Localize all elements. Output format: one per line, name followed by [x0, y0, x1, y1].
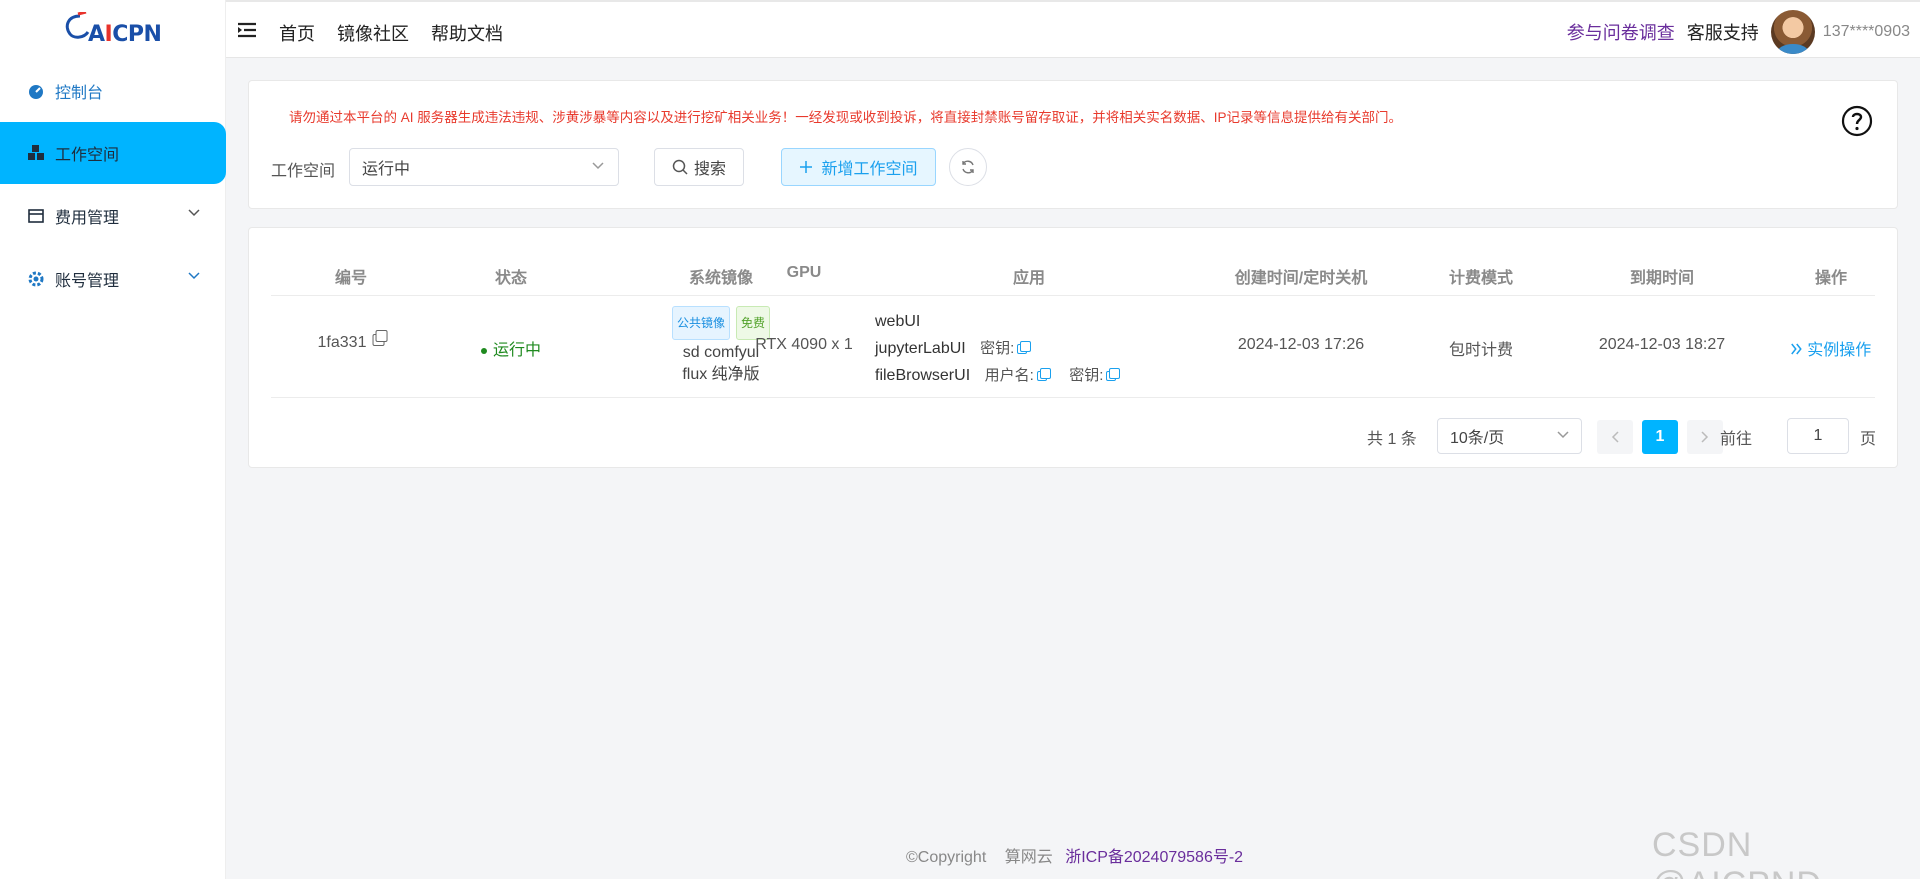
header-right: 参与问卷调查 客服支持 137****0903: [1567, 10, 1910, 54]
sidebar-item-label: 费用管理: [55, 210, 120, 227]
instance-action-link[interactable]: 实例操作: [1791, 336, 1871, 360]
sidebar-item-label: 工作空间: [55, 147, 120, 164]
sidebar: AICPN 控制台 工作空间 费用管理 账号管理: [0, 0, 226, 879]
chevron-down-icon: [188, 209, 200, 217]
avatar[interactable]: [1770, 10, 1815, 54]
row-id-cell: 1fa331: [317, 329, 388, 352]
icp-link[interactable]: 浙ICP备2024079586号-2: [1065, 849, 1243, 866]
col-billing: 计费模式: [1448, 270, 1514, 287]
refresh-button[interactable]: [949, 148, 987, 186]
aicpn-logo[interactable]: AICPN: [60, 12, 162, 50]
copy-user-icon[interactable]: [1036, 367, 1051, 381]
chevron-down-icon: [592, 162, 604, 170]
search-button[interactable]: 搜索: [654, 148, 744, 186]
footer: ©Copyright 算网云 浙ICP备2024079586号-2: [906, 843, 1243, 867]
page-suffix: 页: [1860, 431, 1877, 448]
billing-mode: 包时计费: [1448, 342, 1514, 359]
user-phone[interactable]: 137****0903: [1823, 23, 1910, 41]
jupyter-key-label: 密钥:: [980, 340, 1015, 357]
support-link[interactable]: 客服支持: [1687, 19, 1759, 45]
copy-key-icon[interactable]: [1017, 340, 1032, 354]
billing-icon: [27, 207, 45, 225]
table-row: 1fa331 运行中 公共镜像 免费 sd comfyui flux 纯净版 RT…: [271, 296, 1875, 398]
free-tag: 免费: [736, 306, 771, 340]
created-time: 2024-12-03 17:26: [1237, 336, 1365, 353]
pagination-total: 共 1 条: [1367, 431, 1417, 448]
table-header: 编号 状态 系统镜像 GPU 应用 创建时间/定时关机 计费模式 到期时间 操作: [271, 228, 1875, 296]
col-apps: 应用: [1012, 270, 1046, 287]
col-image: 系统镜像: [688, 270, 753, 287]
sidebar-item-workspace[interactable]: 工作空间: [0, 122, 226, 184]
search-icon: [672, 159, 688, 175]
double-chevron-right-icon: [1791, 343, 1802, 355]
goto-label: 前往: [1720, 431, 1753, 448]
filebrowser-user-label: 用户名:: [984, 367, 1034, 384]
logo-text: AICPN: [88, 22, 162, 47]
add-workspace-label: 新增工作空间: [821, 161, 918, 178]
chevron-down-icon: [188, 272, 200, 280]
workspace-table-card: 编号 状态 系统镜像 GPU 应用 创建时间/定时关机 计费模式 到期时间 操作…: [248, 227, 1898, 468]
filter-card: 请勿通过本平台的 AI 服务器生成违法违规、涉黄涉暴等内容以及进行挖矿相关业务！…: [248, 80, 1898, 209]
row-id: 1fa331: [317, 334, 367, 351]
status-badge: 运行中: [480, 336, 541, 360]
page-button-current[interactable]: 1: [1642, 420, 1678, 454]
sidebar-item-label: 控制台: [55, 85, 104, 102]
search-button-label: 搜索: [693, 161, 726, 178]
filebrowser-key-label: 密钥:: [1069, 367, 1104, 384]
apps-cell: webUI jupyterLabUI 密钥: fileBrowserUI 用户名…: [875, 308, 1121, 389]
add-workspace-button[interactable]: 新增工作空间: [781, 148, 936, 186]
copyright-text: ©Copyright: [906, 849, 987, 866]
col-action: 操作: [1814, 270, 1848, 287]
status-select-value: 运行中: [362, 161, 411, 178]
chevron-right-icon: [1701, 431, 1709, 443]
page-size-select[interactable]: 10条/页: [1437, 418, 1582, 454]
sidebar-item-dashboard[interactable]: 控制台: [0, 60, 226, 122]
compliance-warning: 请勿通过本平台的 AI 服务器生成违法违规、涉黄涉暴等内容以及进行挖矿相关业务！…: [289, 110, 1403, 125]
help-icon[interactable]: [1841, 105, 1873, 137]
refresh-icon: [962, 160, 974, 174]
expire-time: 2024-12-03 18:27: [1598, 336, 1726, 353]
sidebar-item-label: 账号管理: [55, 273, 120, 290]
sidebar-item-billing[interactable]: 费用管理: [0, 185, 226, 247]
top-header: 首页 镜像社区 帮助文档 参与问卷调查 客服支持 137****0903: [226, 0, 1920, 58]
nav-home[interactable]: 首页: [279, 20, 315, 46]
col-gpu: GPU: [786, 264, 822, 281]
gpu-cell: RTX 4090 x 1: [755, 336, 853, 353]
company-name: 算网云: [1004, 849, 1053, 866]
col-expire: 到期时间: [1629, 270, 1695, 287]
app-filebrowser-link[interactable]: fileBrowserUI: [875, 367, 970, 384]
copy-key-icon[interactable]: [1106, 367, 1121, 381]
app-jupyter-link[interactable]: jupyterLabUI: [875, 340, 966, 357]
status-dot-icon: [480, 347, 487, 354]
chevron-left-icon: [1611, 431, 1619, 443]
top-nav: 首页 镜像社区 帮助文档: [279, 20, 503, 46]
col-id: 编号: [334, 270, 368, 287]
dashboard-icon: [27, 82, 45, 100]
watermark: CSDN @AICPND: [1652, 826, 1821, 879]
sidebar-item-account[interactable]: 账号管理: [0, 248, 226, 310]
public-image-tag: 公共镜像: [671, 306, 730, 340]
next-page-button[interactable]: [1687, 420, 1723, 454]
app-webui-link[interactable]: webUI: [875, 313, 920, 330]
plus-icon: [800, 161, 813, 173]
prev-page-button[interactable]: [1597, 420, 1633, 454]
col-created: 创建时间/定时关机: [1234, 270, 1368, 287]
workspace-filter-label: 工作空间: [271, 163, 336, 180]
image-name-line2: flux 纯净版: [682, 366, 760, 383]
copy-icon[interactable]: [372, 329, 388, 346]
menu-toggle-icon[interactable]: [238, 22, 256, 38]
survey-link[interactable]: 参与问卷调查: [1567, 19, 1675, 45]
pagination: 共 1 条 10条/页 1 前往 1 页: [249, 418, 1899, 458]
nav-help-docs[interactable]: 帮助文档: [431, 20, 503, 46]
nav-image-community[interactable]: 镜像社区: [337, 20, 409, 46]
workspace-icon: [27, 144, 45, 162]
gear-icon: [27, 270, 45, 288]
chevron-down-icon: [1557, 431, 1569, 439]
goto-page-input[interactable]: 1: [1787, 418, 1849, 454]
status-select[interactable]: 运行中: [349, 148, 619, 186]
col-status: 状态: [494, 270, 528, 287]
